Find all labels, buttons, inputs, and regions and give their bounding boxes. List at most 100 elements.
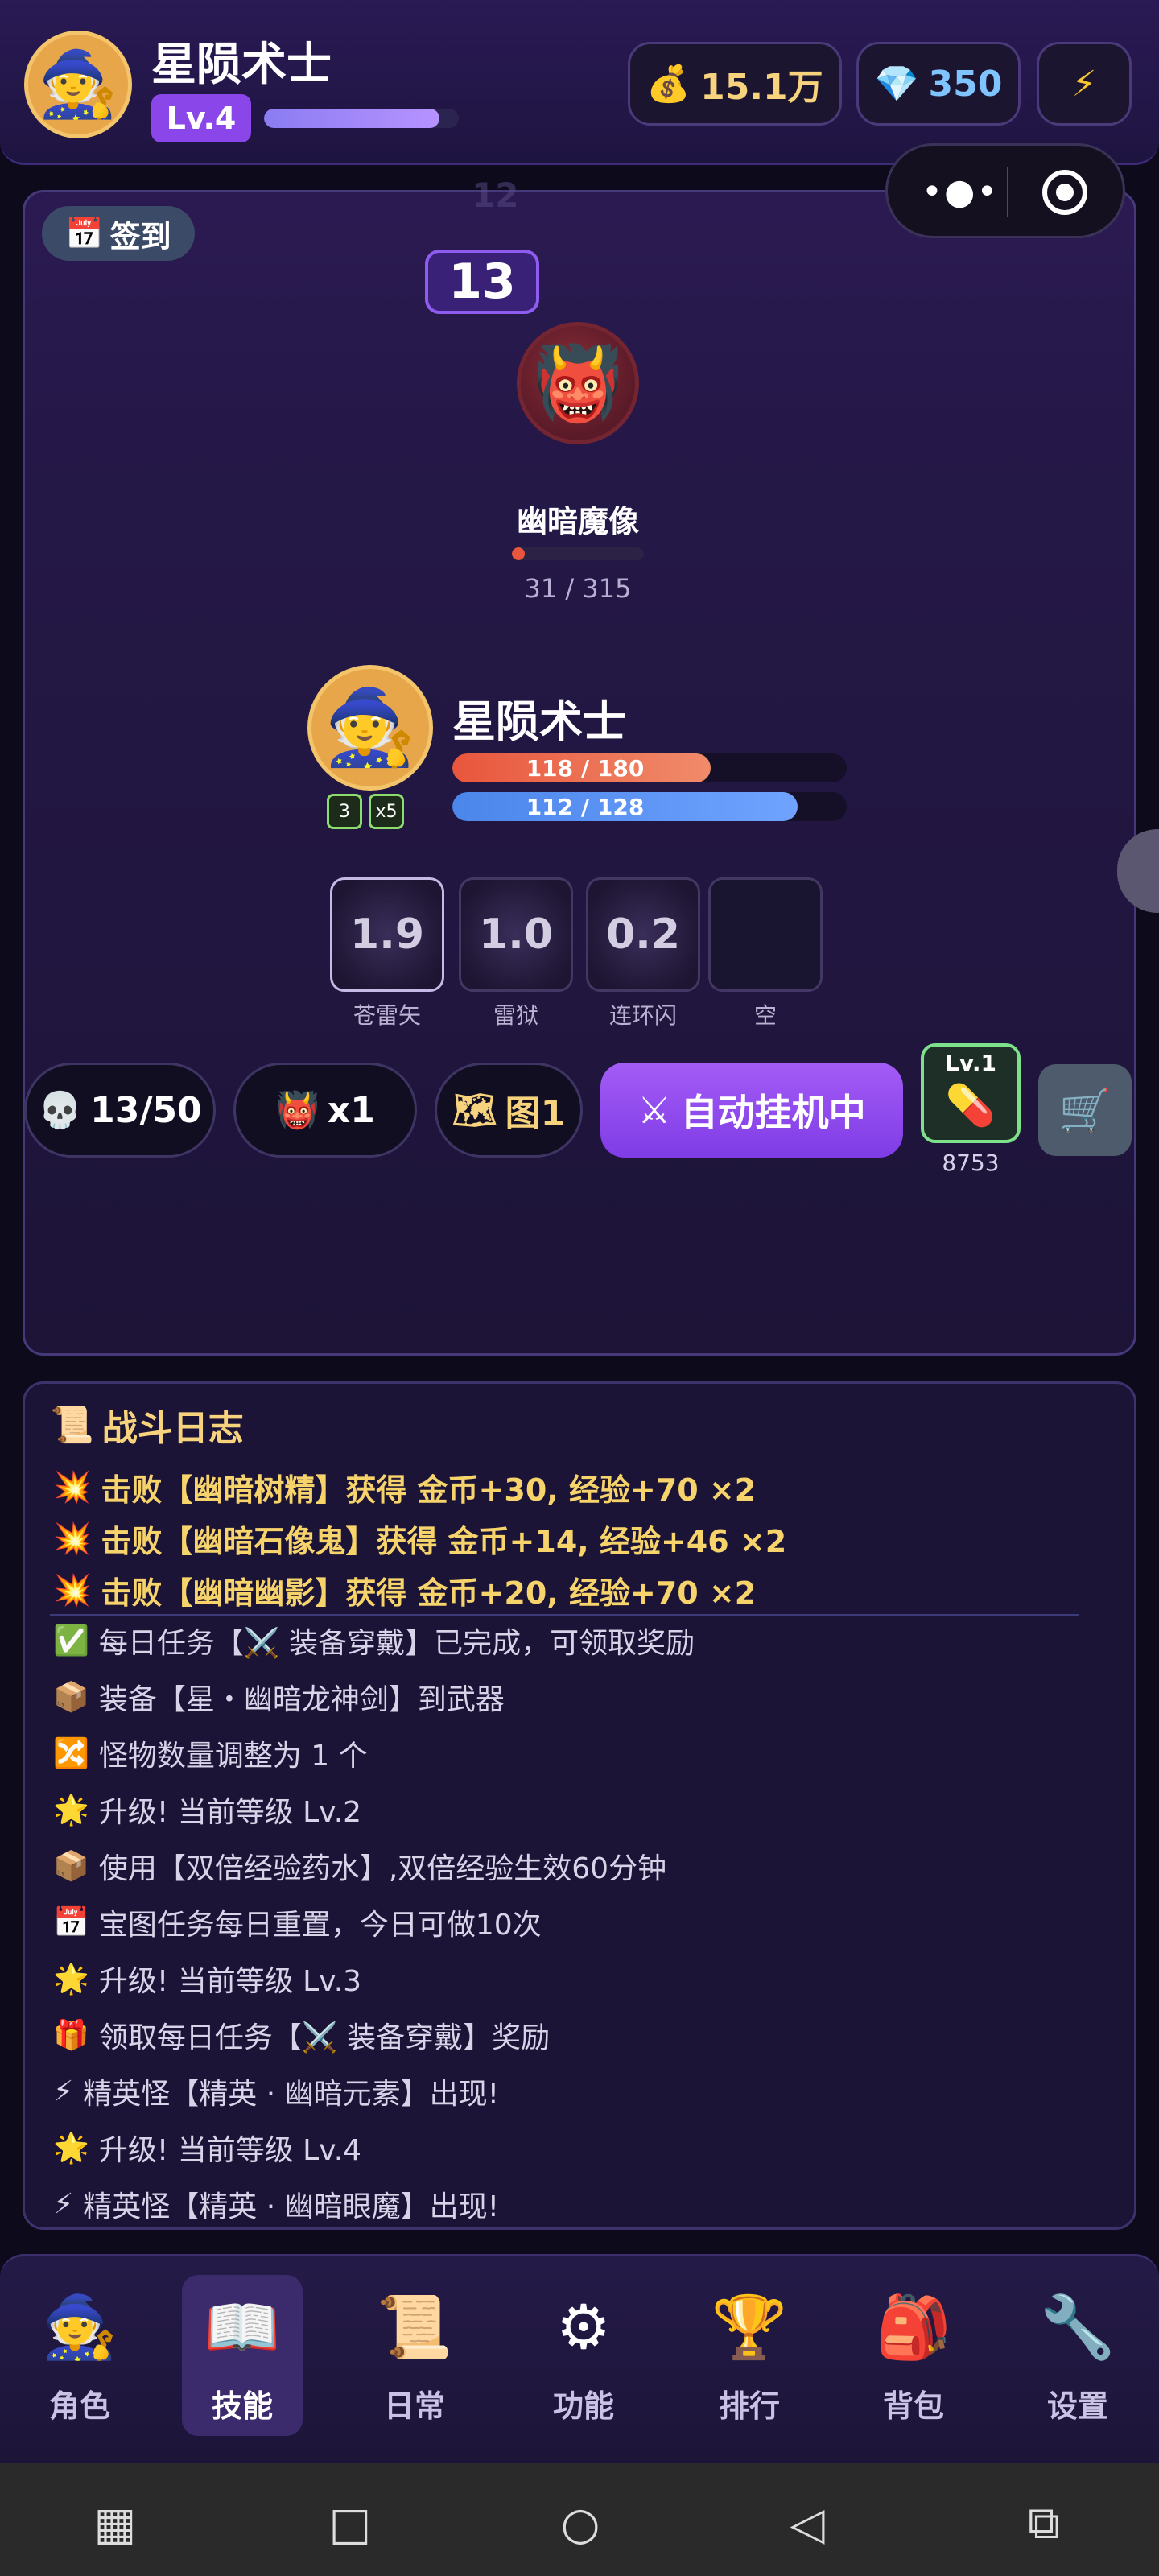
close-target-icon[interactable] [1042, 170, 1087, 215]
log-line-icon: 🌟 [53, 2132, 89, 2165]
log-line: 📦 使用【双倍经验药水】,双倍经验生效60分钟 [53, 1845, 666, 1887]
log-line: ⚡ 精英怪【精英 · 幽暗眼魔】出现! [53, 2183, 499, 2225]
log-line-text: 领取每日任务【⚔️ 装备穿戴】奖励 [98, 2021, 551, 2054]
gold-amount: 15.1万 [700, 67, 823, 108]
potion-count: 8753 [942, 1150, 1000, 1176]
log-highlight-line: 💥 击败【幽暗石像鬼】获得 金币+14, 经验+46 ×2 [53, 1517, 786, 1561]
log-line-text: 升级! 当前等级 Lv.2 [98, 1796, 362, 1829]
gear-icon: ⚙ [555, 2291, 612, 2363]
gold-display[interactable]: 💰 15.1万 [628, 42, 842, 126]
log-line-icon: ✅ [53, 1624, 89, 1657]
skill-label-3: 连环闪 [608, 1002, 677, 1029]
log-line-icon: ⚡ [53, 2074, 74, 2108]
explosion-icon: 💥 [53, 1572, 92, 1608]
buff-badge-1[interactable]: 3 [327, 794, 362, 829]
log-line-text: 精英怪【精英 · 幽暗元素】出现! [83, 2078, 500, 2111]
log-line: 📦 装备【星・幽暗龙神剑】到武器 [53, 1676, 505, 1718]
ai-assistant-icon[interactable]: ⧉ [1016, 2496, 1072, 2552]
monster-count-button[interactable]: 👹 x1 [233, 1063, 417, 1158]
monster-hp-fill [512, 547, 526, 560]
nav-item-daily[interactable]: 📜 日常 [354, 2275, 475, 2436]
log-line-text: 每日任务【⚔️ 装备穿戴】已完成，可领取奖励 [98, 1627, 695, 1660]
kill-counter-button[interactable]: 💀 13/50 [24, 1063, 216, 1158]
xp-bar-fill [264, 109, 439, 128]
buff-count-2: x5 [375, 801, 398, 822]
log-line: 🌟 升级! 当前等级 Lv.2 [53, 1789, 361, 1831]
gem-display[interactable]: 💎 350 [856, 42, 1021, 126]
log-line-text: 使用【双倍经验药水】,双倍经验生效60分钟 [98, 1852, 667, 1885]
apps-grid-icon[interactable]: ▦ [87, 2496, 143, 2552]
nav-label: 功能 [552, 2388, 614, 2424]
log-line-icon: 🌟 [53, 1794, 89, 1827]
monster-avatar[interactable]: 👹 [517, 322, 639, 444]
stage-number: 13 [425, 250, 539, 314]
book-icon: 📖 [204, 2291, 281, 2363]
level-badge: Lv.4 [151, 94, 251, 142]
log-divider [50, 1614, 1079, 1616]
nav-item-backpack[interactable]: 🎒 背包 [853, 2275, 974, 2436]
hero-avatar[interactable]: 🧙 [307, 665, 433, 791]
log-title: 📜 战斗日志 [50, 1399, 244, 1451]
log-line-icon: 📦 [53, 1850, 89, 1883]
nav-item-settings[interactable]: 🔧 设置 [1017, 2275, 1138, 2436]
log-line-text: 升级! 当前等级 Lv.4 [98, 2134, 362, 2167]
scroll-icon: 📜 [50, 1405, 94, 1446]
nav-label: 背包 [882, 2388, 944, 2424]
log-line: 🎁 领取每日任务【⚔️ 装备穿戴】奖励 [53, 2014, 550, 2056]
player-name: 星陨术士 [151, 39, 332, 91]
nav-item-character[interactable]: 🧙 角色 [19, 2275, 140, 2436]
hero-mp-bar: 112 / 128 [452, 792, 847, 821]
nav-item-skills[interactable]: 📖 技能 [182, 2275, 303, 2436]
wizard-icon: 🧙 [38, 47, 118, 122]
scroll-icon: 📜 [376, 2291, 453, 2363]
log-line-icon: 📦 [53, 1681, 89, 1714]
map-icon: 🗺 [452, 1090, 497, 1131]
explosion-icon: 💥 [53, 1469, 92, 1505]
log-highlight-text: 击败【幽暗幽影】获得 金币+20, 经验+70 ×2 [101, 1575, 757, 1611]
monster-hp-bar [512, 547, 644, 560]
player-avatar[interactable]: 🧙 [24, 31, 132, 138]
nav-item-functions[interactable]: ⚙ 功能 [523, 2275, 644, 2436]
gem-amount: 350 [928, 63, 1003, 105]
skill-label-1: 苍雷矢 [353, 1002, 421, 1029]
map-button[interactable]: 🗺 图1 [435, 1063, 583, 1158]
skill-slot-2[interactable]: 1.0 [459, 877, 573, 992]
skill-label-4: 空 [753, 1002, 777, 1029]
nav-label: 技能 [211, 2388, 273, 2424]
skull-icon: 💀 [38, 1090, 83, 1131]
log-line: ✅ 每日任务【⚔️ 装备穿戴】已完成，可领取奖励 [53, 1620, 695, 1662]
more-dots-icon[interactable]: •●• [922, 171, 999, 213]
buff-badge-2[interactable]: x5 [369, 794, 404, 829]
log-highlight-line: 💥 击败【幽暗树精】获得 金币+30, 经验+70 ×2 [53, 1465, 756, 1509]
back-triangle-icon[interactable]: ◁ [779, 2496, 835, 2552]
wizard-icon: 🧙 [324, 684, 417, 770]
log-title-text: 战斗日志 [101, 1408, 244, 1449]
nav-label: 设置 [1046, 2388, 1108, 2424]
sign-in-button[interactable]: 📅 签到 [42, 206, 195, 261]
monster-hp-text: 31 / 315 [524, 573, 632, 604]
oni-mask-icon: 👹 [275, 1090, 320, 1131]
log-line: 🌟 升级! 当前等级 Lv.3 [53, 1958, 361, 2000]
shop-button[interactable]: 🛒 [1038, 1064, 1132, 1156]
log-line: ⚡ 精英怪【精英 · 幽暗元素】出现! [53, 2070, 499, 2112]
skill-slot-1[interactable]: 1.9 [330, 877, 444, 992]
nav-item-ranking[interactable]: 🏆 排行 [689, 2275, 810, 2436]
auto-battle-button[interactable]: ⚔ 自动挂机中 [600, 1063, 903, 1158]
log-line-icon: 🎁 [53, 2019, 89, 2052]
skill-slot-3[interactable]: 0.2 [586, 877, 700, 992]
monster-name: 幽暗魔像 [516, 504, 639, 539]
skill-slot-4[interactable] [708, 877, 823, 992]
money-bag-icon: 💰 [646, 64, 691, 105]
potion-button[interactable]: Lv.1 💊 [921, 1043, 1021, 1143]
energy-button[interactable]: ⚡ [1037, 42, 1132, 126]
recents-square-icon[interactable]: □ [322, 2496, 378, 2552]
log-line-icon: ⚡ [53, 2187, 74, 2221]
log-line-icon: 🔀 [53, 1737, 89, 1770]
home-circle-icon[interactable]: ○ [552, 2496, 608, 2552]
nav-label: 排行 [718, 2388, 780, 2424]
nav-label: 角色 [48, 2388, 110, 2424]
skill-label-2: 雷狱 [493, 1002, 538, 1029]
log-line: 📅 宝图任务每日重置，今日可做10次 [53, 1901, 542, 1943]
oni-mask-icon: 👹 [532, 341, 624, 426]
log-line-icon: 📅 [53, 1906, 89, 1939]
